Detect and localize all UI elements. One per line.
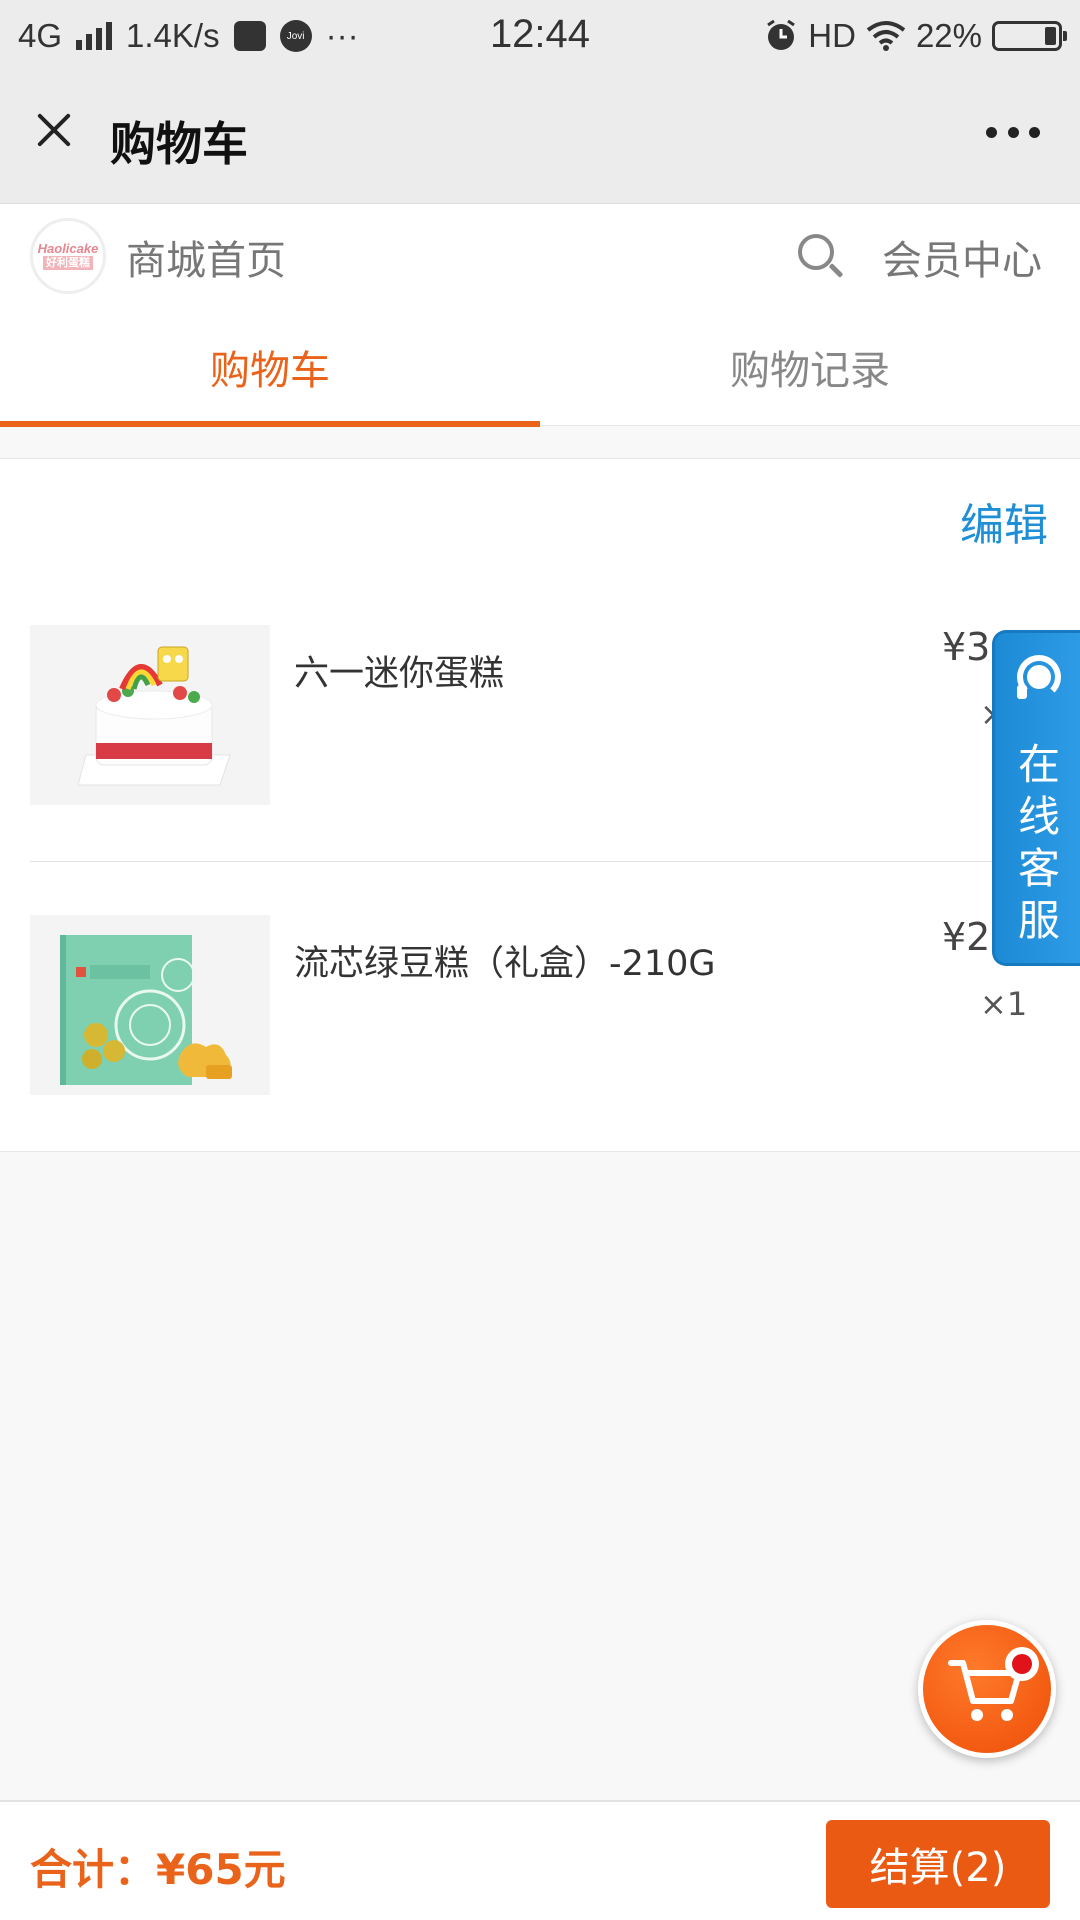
cart-total: 合计：¥65元 bbox=[30, 1845, 286, 1894]
store-header: Haolicake 好利蛋糕 商城首页 会员中心 bbox=[0, 204, 1080, 308]
tab-cart-label: 购物车 bbox=[210, 348, 330, 394]
checkout-button[interactable]: 结算(2) bbox=[826, 1820, 1050, 1908]
member-center-link[interactable]: 会员中心 bbox=[882, 228, 1042, 286]
floating-cart-button[interactable] bbox=[918, 1620, 1056, 1758]
notification-dot bbox=[1005, 1647, 1039, 1681]
item-divider bbox=[30, 861, 1080, 862]
store-home-link[interactable]: 商城首页 bbox=[126, 228, 286, 286]
hd-indicator: HD bbox=[808, 17, 856, 54]
status-right: HD 22% bbox=[764, 14, 1067, 58]
logo-subtext: 好利蛋糕 bbox=[43, 256, 93, 270]
product-price: ¥3 bbox=[942, 625, 991, 669]
status-bar: 4G 1.4K/s Jovi ··· 12:44 HD 22% bbox=[0, 0, 1080, 72]
cart-item[interactable]: 流芯绿豆糕（礼盒）-210G ¥2 ×1 bbox=[0, 915, 1080, 1095]
title-bar: 购物车 bbox=[0, 72, 1080, 204]
cart-list: 编辑 六一迷你蛋糕 ¥3 × bbox=[0, 458, 1080, 1152]
battery-percent: 22% bbox=[915, 17, 982, 54]
headset-icon bbox=[1011, 651, 1067, 707]
edit-button[interactable]: 编辑 bbox=[960, 489, 1048, 553]
alarm-icon bbox=[767, 19, 796, 50]
product-name[interactable]: 六一迷你蛋糕 bbox=[294, 645, 504, 696]
product-image-cake[interactable] bbox=[30, 625, 270, 805]
tab-bar: 购物车 购物记录 bbox=[0, 308, 1080, 427]
battery-icon bbox=[992, 21, 1067, 51]
online-service-label: 在 线 客 服 bbox=[1017, 740, 1060, 945]
page-title: 购物车 bbox=[110, 117, 248, 171]
online-service-button[interactable]: 在 线 客 服 bbox=[992, 630, 1080, 966]
product-price: ¥2 bbox=[942, 915, 991, 959]
tab-history-label: 购物记录 bbox=[730, 348, 890, 394]
wifi-icon bbox=[866, 21, 906, 51]
logo-text: Haolicake bbox=[37, 241, 99, 256]
tab-purchase-history[interactable]: 购物记录 bbox=[540, 308, 1080, 426]
store-logo[interactable]: Haolicake 好利蛋糕 bbox=[30, 218, 106, 294]
checkout-bar: 合计：¥65元 结算(2) bbox=[0, 1800, 1080, 1920]
product-quantity: ×1 bbox=[980, 985, 1028, 1023]
active-tab-indicator bbox=[0, 421, 540, 427]
search-icon[interactable] bbox=[796, 232, 846, 284]
more-options-icon[interactable] bbox=[986, 124, 1040, 140]
product-image-mung-bean-cake[interactable] bbox=[30, 915, 270, 1095]
close-icon[interactable] bbox=[24, 100, 84, 160]
cart-item[interactable]: 六一迷你蛋糕 ¥3 × bbox=[0, 625, 1080, 805]
product-name[interactable]: 流芯绿豆糕（礼盒）-210G bbox=[294, 935, 716, 986]
tab-cart[interactable]: 购物车 bbox=[0, 308, 540, 427]
